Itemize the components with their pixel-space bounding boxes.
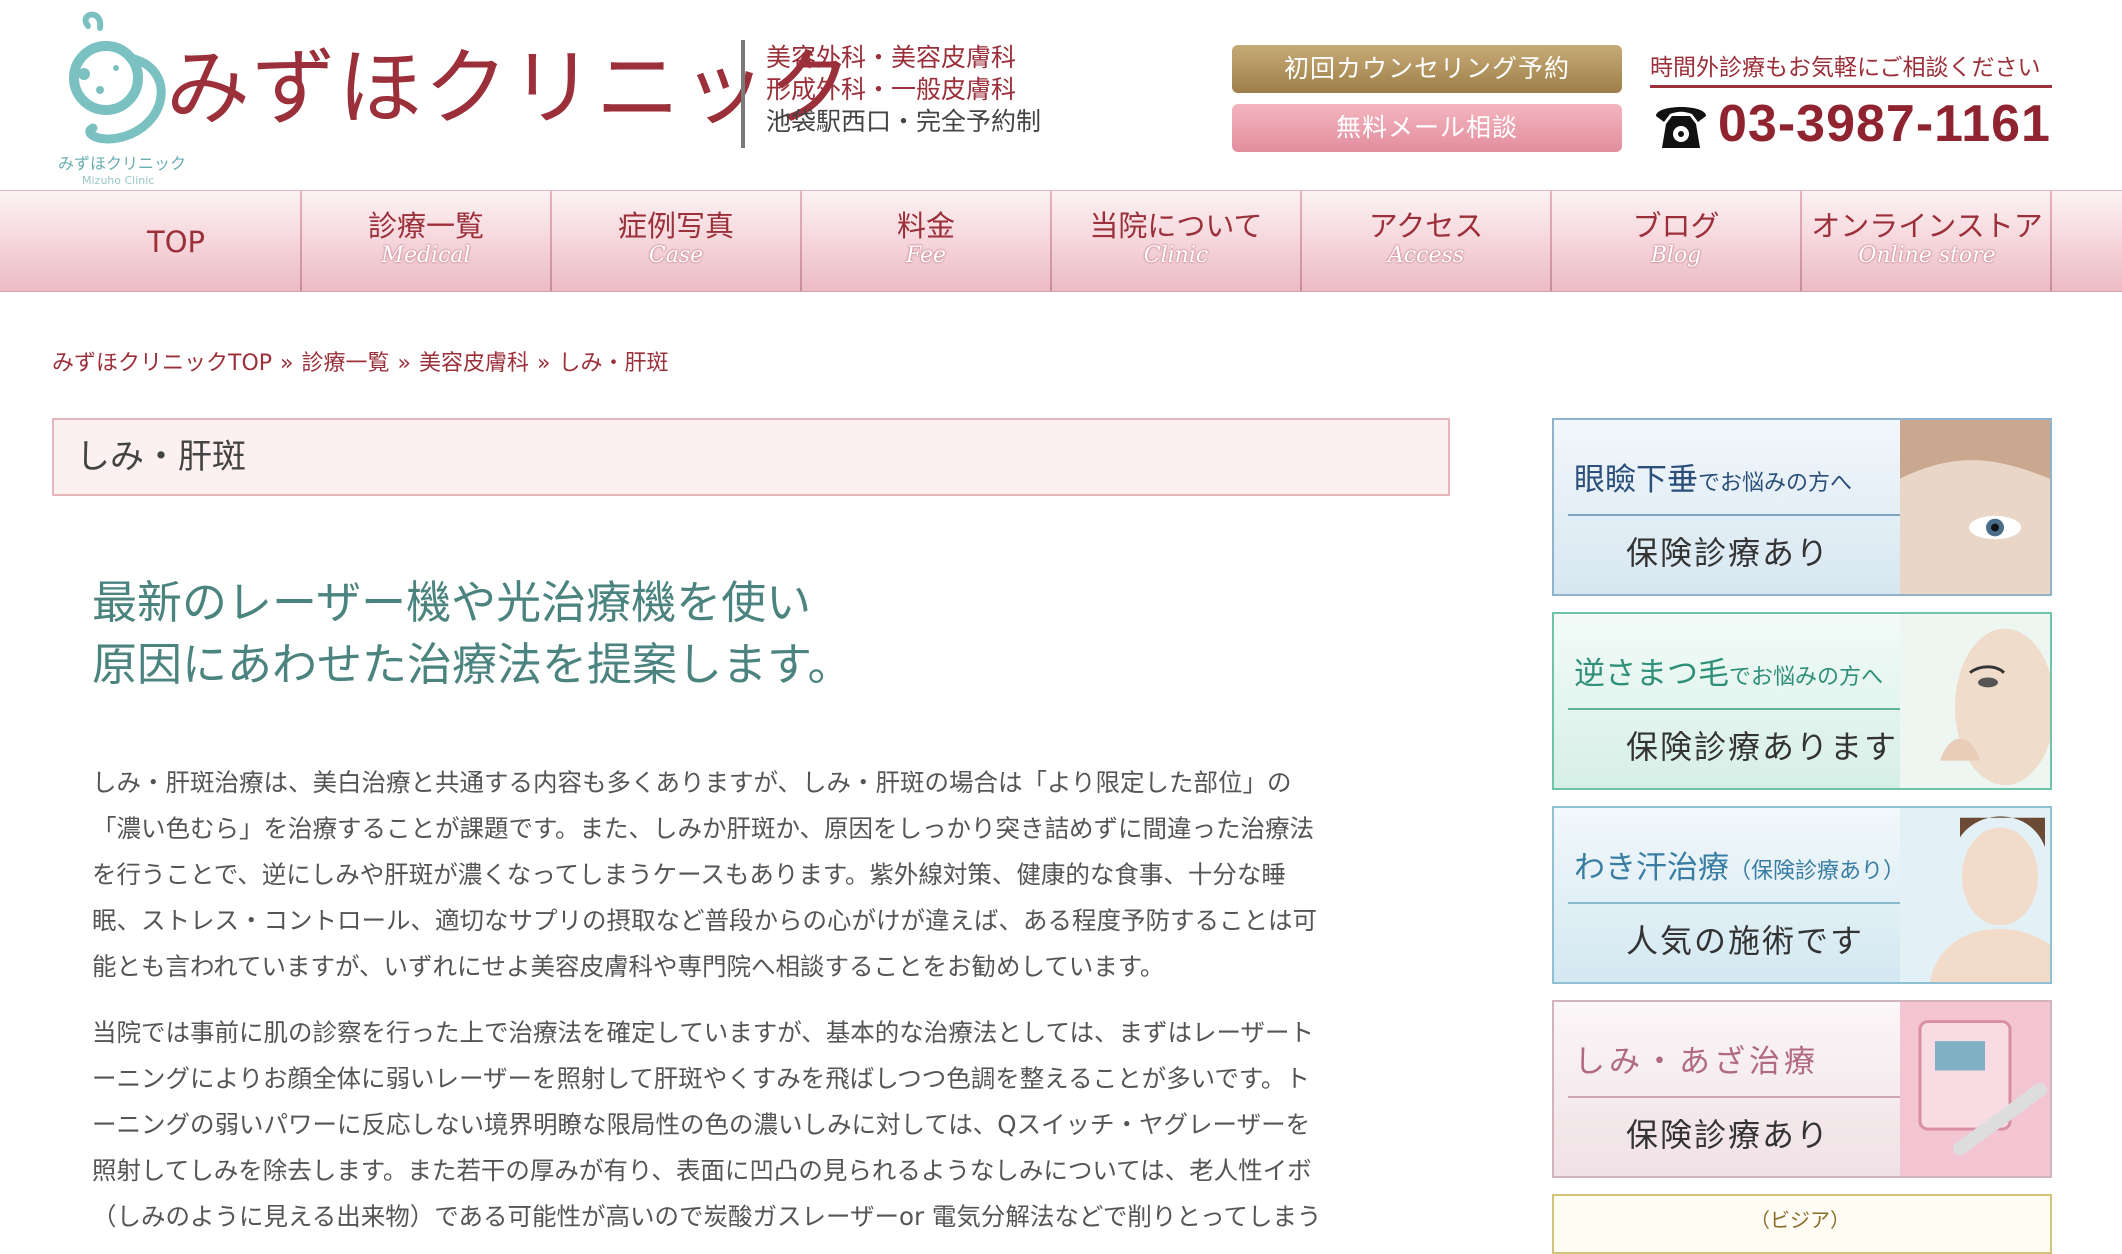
banner-title: 逆さまつ毛でお悩みの方へ: [1574, 648, 1883, 693]
location-line: 池袋駅西口・完全予約制: [766, 107, 1042, 136]
model-face-image: [1900, 614, 2050, 788]
nav-item-blog[interactable]: ブログ Blog: [1552, 191, 1800, 291]
nav-item-label: オンラインストア: [1811, 209, 2043, 243]
nav-separator: [2050, 191, 2052, 291]
nav-item-sublabel: Blog: [1650, 243, 1702, 268]
banner-subtitle: 保険診療あります: [1626, 728, 1899, 766]
nav-item-sublabel: Access: [1387, 243, 1465, 268]
laser-device-image: [1900, 1002, 2050, 1176]
paragraph-line: ーニングによりお顔全体に弱いレーザーを照射して肝斑やくすみを飛ばしつつ色調を整え…: [92, 1064, 1310, 1093]
nav-item-case[interactable]: 症例写真 Case: [552, 191, 800, 291]
banner-rule: [1568, 1096, 1908, 1098]
breadcrumb-separator: »: [280, 351, 294, 376]
site-header: みずほクリニック Mizuho Clinic みずほクリニック 美容外科・美容皮…: [0, 0, 2122, 190]
department-line: 形成外科・一般皮膚科: [766, 75, 1017, 104]
free-mail-consultation-button[interactable]: 無料メール相談: [1232, 104, 1622, 152]
banner-title-small: （保険診療あり）: [1729, 859, 1906, 884]
banner-title-main: （ビジア）: [1750, 1208, 1850, 1232]
model-face-image: [1900, 808, 2050, 982]
paragraph-line: 眠、ストレス・コントロール、適切なサプリの摂取など普段からの心がけが違えば、ある…: [92, 906, 1317, 935]
breadcrumb-link-home[interactable]: みずほクリニックTOP: [52, 351, 272, 376]
sidebar-banner-trichiasis[interactable]: 逆さまつ毛でお悩みの方へ 保険診療あります: [1552, 612, 2052, 790]
nav-item-label: 症例写真: [617, 209, 734, 243]
nav-item-fee[interactable]: 料金 Fee: [802, 191, 1050, 291]
body-paragraph: 当院では事前に肌の診察を行った上で治療法を確定していますが、基本的な治療法として…: [92, 1010, 1412, 1240]
nav-item-sublabel: Medical: [381, 243, 471, 268]
nav-item-sublabel: Online store: [1858, 243, 1996, 268]
nav-item-online-store[interactable]: オンラインストア Online store: [1802, 191, 2052, 291]
phone-number[interactable]: 03-3987-1161: [1718, 94, 2051, 154]
banner-title-main: しみ・あざ治療: [1574, 1044, 1819, 1080]
paragraph-line: 当院では事前に肌の診察を行った上で治療法を確定していますが、基本的な治療法として…: [92, 1018, 1315, 1047]
paragraph-line: 「濃い色むら」を治療することが課題です。また、しみか肝斑か、原因をしっかり突き詰…: [92, 814, 1315, 843]
lead-heading: 最新のレーザー機や光治療機を使い 原因にあわせた治療法を提案します。: [92, 572, 853, 696]
banner-title-main: 逆さまつ毛: [1574, 656, 1729, 692]
clinic-logo-icon[interactable]: みずほクリニック Mizuho Clinic: [58, 8, 186, 187]
nav-item-label: 当院について: [1089, 209, 1263, 243]
banner-title-main: 眼瞼下垂: [1574, 462, 1698, 498]
paragraph-line: 能とも言われていますが、いずれにせよ美容皮膚科や専門院へ相談することをお勧めして…: [92, 952, 1165, 981]
logo-caption: みずほクリニック: [58, 154, 187, 173]
tel-divider: [1650, 85, 2052, 88]
header-divider: [741, 40, 745, 148]
after-hours-note: 時間外診療もお気軽にご相談ください: [1650, 55, 2041, 81]
banner-rule: [1568, 514, 1908, 516]
logo-subcaption: Mizuho Clinic: [82, 174, 155, 187]
breadcrumb-link-dermatology[interactable]: 美容皮膚科: [419, 351, 529, 376]
banner-title: わき汗治療（保険診療あり）: [1574, 842, 1905, 887]
nav-item-medical[interactable]: 診療一覧 Medical: [302, 191, 550, 291]
banner-title-small: でお悩みの方へ: [1729, 665, 1884, 690]
nav-item-top[interactable]: TOP: [52, 191, 300, 291]
sidebar-banner-visia[interactable]: （ビジア）: [1552, 1194, 2052, 1254]
banner-title-main: わき汗治療: [1574, 850, 1729, 886]
paragraph-line: しみ・肝斑治療は、美白治療と共通する内容も多くありますが、しみ・肝斑の場合は「よ…: [92, 768, 1292, 797]
breadcrumb: みずほクリニックTOP » 診療一覧 » 美容皮膚科 » しみ・肝斑: [52, 345, 668, 377]
department-list: 美容外科・美容皮膚科 形成外科・一般皮膚科 池袋駅西口・完全予約制: [766, 42, 1041, 138]
breadcrumb-link-medical[interactable]: 診療一覧: [302, 351, 390, 376]
banner-rule: [1568, 708, 1908, 710]
nav-item-sublabel: Case: [648, 243, 704, 268]
sidebar-banner-hyperhidrosis[interactable]: わき汗治療（保険診療あり） 人気の施術です: [1552, 806, 2052, 984]
banner-subtitle: 保険診療あり: [1626, 534, 1831, 572]
paragraph-line: （しみのように見える出来物）である可能性が高いので炭酸ガスレーザーor 電気分解…: [92, 1202, 1322, 1231]
nav-item-sublabel: Clinic: [1143, 243, 1209, 268]
body-paragraph: しみ・肝斑治療は、美白治療と共通する内容も多くありますが、しみ・肝斑の場合は「よ…: [92, 760, 1412, 990]
nav-item-label: アクセス: [1368, 209, 1484, 243]
telephone-icon: [1652, 100, 1710, 152]
lead-line: 原因にあわせた治療法を提案します。: [92, 638, 853, 691]
page-title-box: しみ・肝斑: [52, 418, 1450, 496]
global-nav: TOP 診療一覧 Medical 症例写真 Case 料金 Fee 当院について…: [0, 190, 2122, 292]
banner-title: 眼瞼下垂でお悩みの方へ: [1574, 454, 1852, 499]
banner-subtitle: 保険診療あり: [1626, 1116, 1831, 1154]
banner-title: しみ・あざ治療: [1574, 1036, 1819, 1081]
nav-item-clinic[interactable]: 当院について Clinic: [1052, 191, 1300, 291]
banner-subtitle: 人気の施術です: [1626, 922, 1865, 960]
nav-item-label: TOP: [146, 225, 206, 259]
department-line: 美容外科・美容皮膚科: [766, 43, 1017, 72]
banner-title-small: でお悩みの方へ: [1698, 471, 1853, 496]
banner-rule: [1568, 902, 1908, 904]
sidebar-banner-spot-treatment[interactable]: しみ・あざ治療 保険診療あり: [1552, 1000, 2052, 1178]
model-face-image: [1900, 420, 2050, 594]
breadcrumb-separator: »: [397, 351, 411, 376]
breadcrumb-current: しみ・肝斑: [558, 351, 669, 376]
counseling-reservation-button[interactable]: 初回カウンセリング予約: [1232, 45, 1622, 93]
nav-item-label: 診療一覧: [367, 209, 484, 243]
nav-item-sublabel: Fee: [905, 243, 947, 268]
sidebar-banner-ptosis[interactable]: 眼瞼下垂でお悩みの方へ 保険診療あり: [1552, 418, 2052, 596]
nav-item-access[interactable]: アクセス Access: [1302, 191, 1550, 291]
paragraph-line: 照射してしみを除去します。また若干の厚みが有り、表面に凹凸の見られるようなしみに…: [92, 1156, 1312, 1185]
lead-line: 最新のレーザー機や光治療機を使い: [92, 576, 812, 629]
paragraph-line: ーニングの弱いパワーに反応しない境界明瞭な限局性の色の濃いしみに対しては、Qスイ…: [92, 1110, 1311, 1139]
nav-item-label: ブログ: [1632, 209, 1720, 243]
paragraph-line: を行うことで、逆にしみや肝斑が濃くなってしまうケースもあります。紫外線対策、健康…: [92, 860, 1286, 889]
clinic-logo-text[interactable]: みずほクリニック: [166, 38, 854, 138]
nav-item-label: 料金: [896, 209, 955, 243]
breadcrumb-separator: »: [537, 351, 551, 376]
page-title: しみ・肝斑: [76, 437, 246, 477]
